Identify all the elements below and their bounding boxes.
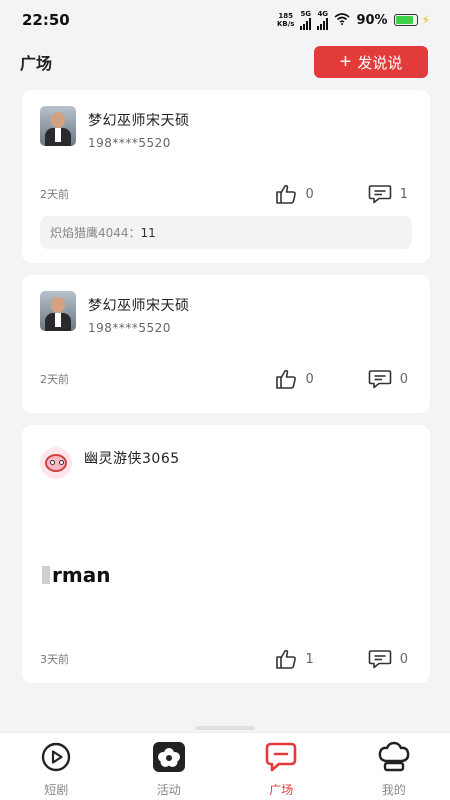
user-photo-avatar[interactable]	[40, 291, 76, 331]
post-time: 3天前	[40, 653, 69, 666]
user-phone: 198****5520	[88, 321, 171, 335]
post-status-label: 发说说	[357, 54, 403, 72]
comment-button[interactable]: 0	[368, 369, 408, 389]
signal-icon	[317, 18, 329, 30]
plus-icon: +	[339, 51, 352, 73]
tab-label: 广场	[269, 783, 294, 797]
net-type-5g: 5G	[300, 10, 312, 18]
user-name[interactable]: 幽灵游侠3065	[84, 448, 180, 468]
post-card[interactable]: 梦幻巫师宋天硕 198****5520 2天前 0 1 炽焰猎鹰4044：11	[22, 90, 430, 263]
post-status-button[interactable]: + 发说说	[314, 46, 428, 78]
comment-icon	[368, 369, 392, 389]
wifi-icon	[334, 12, 350, 28]
tab-mine[interactable]: 我的	[354, 741, 434, 798]
net-speed-value: 185	[278, 12, 293, 20]
chef-hat-icon	[377, 741, 411, 777]
comment-count: 0	[399, 651, 408, 667]
net-speed-unit: KB/s	[276, 20, 295, 28]
battery-percentage: 90%	[356, 12, 388, 28]
like-button[interactable]: 0	[275, 369, 314, 389]
post-content[interactable]: rman	[42, 563, 412, 587]
tab-short-drama[interactable]: 短剧	[16, 741, 96, 798]
user-name[interactable]: 梦幻巫师宋天硕	[88, 110, 190, 130]
tab-label: 活动	[156, 783, 181, 797]
comment-icon	[368, 184, 392, 204]
post-card[interactable]: 梦幻巫师宋天硕 198****5520 2天前 0 0	[22, 275, 430, 413]
comment-button[interactable]: 0	[368, 649, 408, 669]
tab-activity[interactable]: 活动	[129, 741, 209, 798]
thumbs-up-icon	[275, 649, 297, 669]
signal-4g: 4G	[317, 10, 329, 30]
post-card[interactable]: 幽灵游侠3065 rman 3天前 1 0	[22, 425, 430, 683]
battery-icon	[393, 14, 418, 26]
chat-bubble-icon	[265, 741, 297, 777]
comment-count: 0	[399, 371, 408, 387]
post-time: 2天前	[40, 373, 69, 386]
status-time: 22:50	[22, 11, 70, 29]
status-indicators: 185 KB/s 5G 4G 90% ⚡	[277, 10, 430, 30]
signal-icon	[300, 18, 312, 30]
play-circle-icon	[40, 741, 72, 777]
post-feed[interactable]: 梦幻巫师宋天硕 198****5520 2天前 0 1 炽焰猎鹰4044：11 …	[22, 90, 430, 695]
tab-plaza[interactable]: 广场	[241, 741, 321, 798]
comment-text: 11	[140, 226, 156, 240]
post-time: 2天前	[40, 188, 69, 201]
comment-icon	[368, 649, 392, 669]
like-count: 0	[305, 371, 314, 387]
thumbs-up-icon	[275, 184, 297, 204]
tab-label: 短剧	[44, 783, 69, 797]
flower-icon	[152, 741, 186, 777]
tab-label: 我的	[381, 783, 406, 797]
user-name[interactable]: 梦幻巫师宋天硕	[88, 295, 190, 315]
bottom-tab-bar: 短剧 活动 广场 我的	[0, 732, 450, 800]
comment-author: 炽焰猎鹰4044：	[50, 226, 141, 240]
page-header: 广场 + 发说说	[0, 44, 450, 80]
comment-count: 1	[399, 186, 408, 202]
charging-icon: ⚡	[421, 13, 430, 27]
comment-button[interactable]: 1	[368, 184, 408, 204]
page-title: 广场	[20, 54, 53, 73]
scroll-handle	[195, 726, 255, 730]
net-type-4g: 4G	[317, 10, 329, 18]
like-button[interactable]: 0	[275, 184, 314, 204]
user-photo-avatar[interactable]	[40, 106, 76, 146]
network-speed: 185 KB/s	[277, 12, 294, 28]
user-phone: 198****5520	[88, 136, 171, 150]
like-button[interactable]: 1	[275, 649, 314, 669]
like-count: 1	[305, 651, 314, 667]
cartoon-avatar[interactable]	[40, 447, 72, 479]
comment-preview[interactable]: 炽焰猎鹰4044：11	[40, 216, 412, 249]
post-content-text: rman	[52, 563, 111, 587]
signal-5g: 5G	[300, 10, 312, 30]
thumbs-up-icon	[275, 369, 297, 389]
status-bar: 22:50 185 KB/s 5G 4G 90% ⚡	[0, 0, 450, 40]
image-placeholder	[42, 566, 50, 584]
like-count: 0	[305, 186, 314, 202]
